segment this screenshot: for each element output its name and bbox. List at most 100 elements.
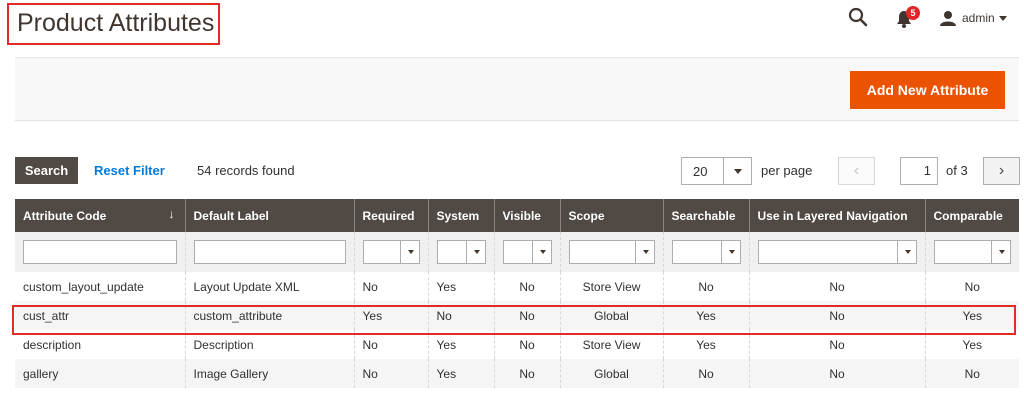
filter-cell (748, 232, 925, 272)
reset-filter-link[interactable]: Reset Filter (94, 163, 165, 178)
system-cell: Yes (427, 272, 494, 301)
chevron-down-icon (407, 250, 414, 254)
scope-cell: Store View (559, 330, 663, 359)
visible-cell: No (493, 330, 560, 359)
column-header[interactable]: Required (353, 199, 428, 232)
chevron-down-icon (999, 250, 1005, 254)
column-header[interactable]: Attribute Code ↓ (15, 199, 185, 232)
chevron-right-icon: › (998, 162, 1005, 179)
visible-cell: No (493, 272, 560, 301)
comparable-filter-select[interactable] (933, 240, 1011, 264)
per-page-label: per page (761, 163, 813, 178)
filter-cell (353, 232, 428, 272)
add-new-attribute-button[interactable]: Add New Attribute (850, 71, 1005, 109)
default-label-cell: Description (184, 330, 354, 359)
layered-navigation-cell: No (748, 301, 925, 330)
select-divider (723, 158, 724, 184)
layered-navigation-cell: No (748, 272, 925, 301)
visible-filter-select[interactable] (502, 240, 552, 264)
scope-cell: Store View (559, 272, 663, 301)
table-row[interactable]: gallery Image Gallery No Yes No Global N… (15, 359, 1019, 388)
default-label-filter-input[interactable] (193, 240, 346, 264)
grid-toolbar: Search Reset Filter 54 records found 20 … (15, 157, 1020, 185)
searchable-cell: No (662, 272, 749, 301)
scope-cell: Global (559, 359, 663, 388)
sort-arrow-down-icon: ↓ (168, 207, 175, 221)
column-header[interactable]: Scope (559, 199, 663, 232)
filter-cell (184, 232, 354, 272)
previous-page-button[interactable]: ‹ (838, 157, 875, 185)
total-pages: of 3 (946, 163, 968, 178)
attribute-code-cell: description (15, 330, 185, 359)
attribute-code-cell: cust_attr (15, 301, 185, 330)
searchable-cell: Yes (662, 330, 749, 359)
attribute-code-cell: gallery (15, 359, 185, 388)
default-label-cell: custom_attribute (184, 301, 354, 330)
page-title: Product Attributes (7, 3, 220, 45)
chevron-down-icon (728, 250, 735, 254)
global-search-button[interactable] (848, 7, 868, 27)
system-cell: Yes (427, 330, 494, 359)
notifications-badge: 5 (906, 6, 920, 20)
user-icon (940, 11, 956, 26)
layered-navigation-filter-select[interactable] (757, 240, 917, 264)
comparable-cell: No (924, 272, 1019, 301)
scope-filter-select[interactable] (568, 240, 655, 264)
searchable-filter-select[interactable] (671, 240, 741, 264)
chevron-down-icon (998, 15, 1007, 21)
column-header[interactable]: Searchable (662, 199, 749, 232)
chevron-left-icon: ‹ (853, 162, 860, 179)
table-row[interactable]: custom_layout_update Layout Update XML N… (15, 272, 1019, 301)
required-cell: No (353, 359, 428, 388)
notifications-button[interactable]: 5 (896, 6, 922, 29)
page-title-text: Product Attributes (17, 9, 215, 37)
filter-cell (924, 232, 1019, 272)
search-icon (848, 7, 868, 27)
required-cell: Yes (353, 301, 428, 330)
visible-cell: No (493, 359, 560, 388)
filter-cell (15, 232, 185, 272)
filter-row (15, 232, 1019, 272)
chevron-down-icon (642, 250, 649, 254)
next-page-button[interactable]: › (983, 157, 1020, 185)
column-header[interactable]: Comparable (924, 199, 1019, 232)
chevron-down-icon (473, 250, 480, 254)
layered-navigation-cell: No (748, 330, 925, 359)
system-cell: Yes (427, 359, 494, 388)
default-label-cell: Image Gallery (184, 359, 354, 388)
chevron-down-icon (539, 250, 546, 254)
chevron-down-icon (904, 250, 911, 254)
user-menu[interactable]: admin (940, 7, 1007, 29)
column-header[interactable]: System (427, 199, 494, 232)
filter-cell (662, 232, 749, 272)
table-row[interactable]: description Description No Yes No Store … (15, 330, 1019, 359)
visible-cell: No (493, 301, 560, 330)
column-header-label: Attribute Code (23, 208, 107, 223)
comparable-cell: Yes (924, 301, 1019, 330)
attribute-code-cell: custom_layout_update (15, 272, 185, 301)
comparable-cell: No (924, 359, 1019, 388)
records-found: 54 records found (197, 163, 295, 178)
grid-header-row: Attribute Code ↓ Default Label Required S… (15, 199, 1019, 232)
attribute-code-filter-input[interactable] (23, 240, 177, 264)
required-filter-select[interactable] (362, 240, 420, 264)
column-header[interactable]: Visible (493, 199, 560, 232)
chevron-down-icon (734, 169, 742, 174)
searchable-cell: Yes (662, 301, 749, 330)
filter-cell (559, 232, 663, 272)
table-row[interactable]: cust_attr custom_attribute Yes No No Glo… (15, 301, 1019, 330)
current-page-input[interactable]: 1 (900, 157, 938, 185)
filter-cell (427, 232, 494, 272)
search-button[interactable]: Search (15, 157, 78, 184)
required-cell: No (353, 330, 428, 359)
system-filter-select[interactable] (436, 240, 486, 264)
comparable-cell: Yes (924, 330, 1019, 359)
column-header[interactable]: Default Label (184, 199, 354, 232)
per-page-select[interactable]: 20 (681, 157, 752, 185)
filter-cell (493, 232, 560, 272)
column-header[interactable]: Use in Layered Navigation (748, 199, 925, 232)
scope-cell: Global (559, 301, 663, 330)
default-label-cell: Layout Update XML (184, 272, 354, 301)
per-page-value: 20 (693, 164, 708, 179)
searchable-cell: No (662, 359, 749, 388)
